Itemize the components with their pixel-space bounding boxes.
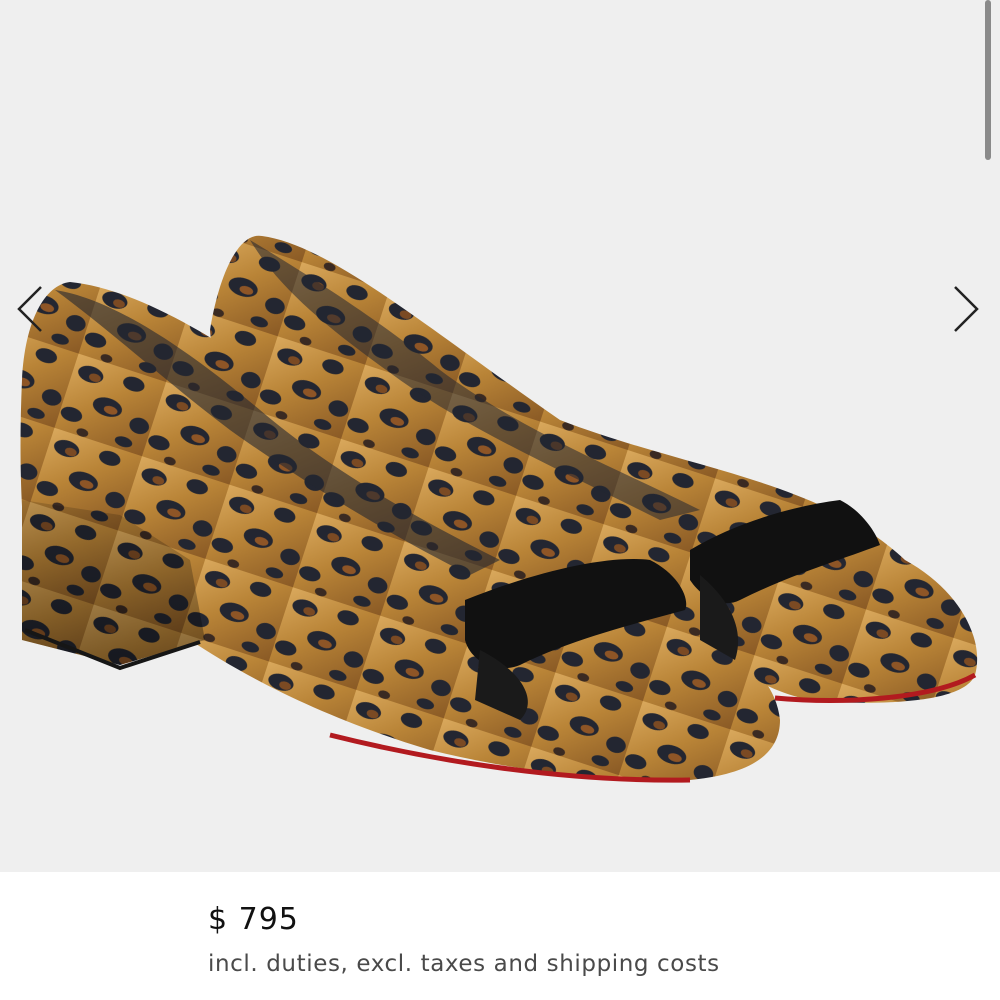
price-panel: [0, 872, 1000, 1000]
chevron-left-icon: [17, 286, 42, 332]
previous-image-button[interactable]: [6, 283, 56, 335]
chevron-right-icon: [954, 286, 979, 332]
product-image-gallery: [0, 0, 1000, 872]
product-price: $ 795: [208, 902, 299, 937]
page-scrollbar[interactable]: [985, 0, 991, 160]
product-image: [20, 235, 978, 783]
next-image-button[interactable]: [940, 283, 990, 335]
price-note: incl. duties, excl. taxes and shipping c…: [208, 951, 720, 977]
